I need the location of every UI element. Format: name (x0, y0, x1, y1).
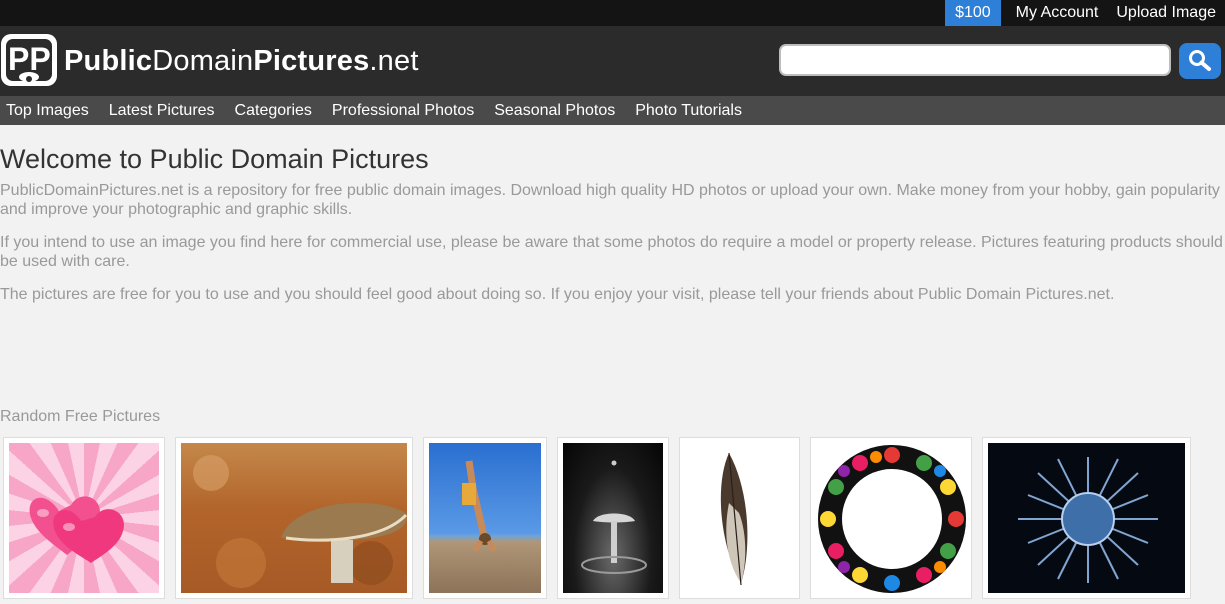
intro-paragraph: PublicDomainPictures.net is a repository… (0, 182, 1220, 218)
logo-text: PublicDomainPictures.net (64, 44, 419, 77)
hearts-image (29, 496, 124, 563)
handstand-image (462, 460, 498, 553)
thumbnail-virus[interactable] (982, 437, 1191, 599)
balloon-ring-image (818, 445, 966, 593)
search-input[interactable] (779, 44, 1171, 76)
site-header: PP PublicDomainPictures.net (0, 26, 1225, 96)
thumbnail-feather[interactable] (679, 437, 800, 599)
thumbnail-beach[interactable] (423, 437, 547, 599)
my-account-link[interactable]: My Account (1016, 0, 1099, 26)
logo-icon: PP (1, 34, 57, 86)
site-logo[interactable]: PP PublicDomainPictures.net (0, 32, 419, 90)
thumbnail-mushroom[interactable] (175, 437, 413, 599)
upload-image-link[interactable]: Upload Image (1116, 0, 1216, 26)
main-content: Welcome to Public Domain Pictures Public… (0, 143, 1225, 304)
random-pictures-title: Random Free Pictures (0, 408, 161, 425)
thumbnail-balloon-ring[interactable] (810, 437, 972, 599)
credit-balance[interactable]: $100 (945, 0, 1001, 26)
thumbnail-water-drop[interactable] (557, 437, 669, 599)
nav-seasonal-photos[interactable]: Seasonal Photos (494, 102, 615, 120)
water-drop-image (581, 460, 647, 574)
nav-professional-photos[interactable]: Professional Photos (332, 102, 474, 120)
main-nav: Top Images Latest Pictures Categories Pr… (0, 96, 1225, 125)
mushroom-image (193, 455, 407, 588)
nav-top-images[interactable]: Top Images (6, 102, 89, 120)
virus-image (1018, 457, 1158, 583)
nav-photo-tutorials[interactable]: Photo Tutorials (635, 102, 742, 120)
top-bar: $100 My Account Upload Image (0, 0, 1225, 26)
thumbnail-hearts[interactable] (3, 437, 165, 599)
page-title: Welcome to Public Domain Pictures (0, 144, 429, 174)
commercial-use-paragraph: If you intend to use an image you find h… (0, 234, 1223, 270)
free-use-paragraph: The pictures are free for you to use and… (0, 286, 1115, 303)
nav-categories[interactable]: Categories (235, 102, 312, 120)
search-icon (1189, 50, 1211, 71)
svg-text:PP: PP (8, 41, 51, 77)
feather-image (720, 452, 748, 586)
search-button[interactable] (1179, 43, 1221, 79)
nav-latest-pictures[interactable]: Latest Pictures (109, 102, 215, 120)
